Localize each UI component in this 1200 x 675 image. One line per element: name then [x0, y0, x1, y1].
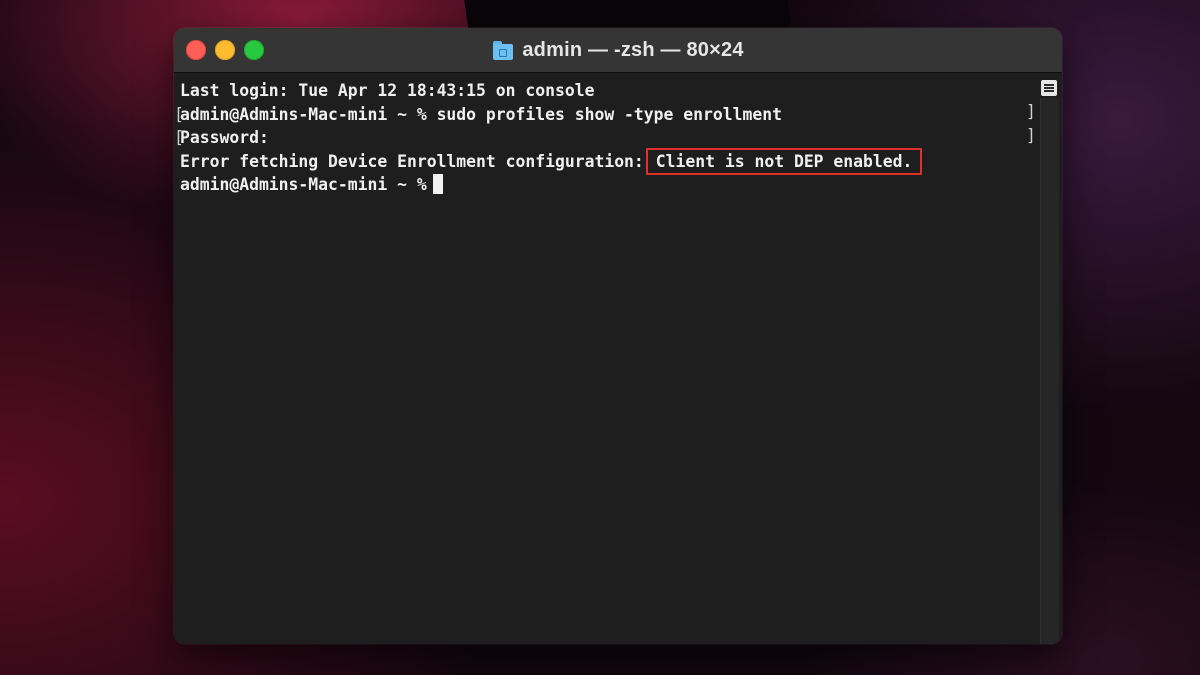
password-prompt: Password: — [180, 128, 269, 147]
text-cursor — [432, 174, 443, 194]
last-login-text: Last login: Tue Apr 12 18:43:15 on conso… — [180, 81, 595, 100]
terminal-line-last-login: Last login: Tue Apr 12 18:43:15 on conso… — [180, 79, 922, 103]
error-text: Error fetching Device Enrollment configu… — [180, 151, 644, 171]
terminal-line-error: Error fetching Device Enrollment configu… — [180, 147, 923, 175]
terminal-window[interactable]: admin — -zsh — 80×24 Last login: Tue Apr… — [174, 28, 1062, 644]
title-bar[interactable]: admin — -zsh — 80×24 — [174, 28, 1062, 73]
scroll-menu-icon[interactable] — [1041, 80, 1057, 96]
folder-icon — [492, 40, 514, 60]
window-title-area: admin — -zsh — 80×24 — [174, 28, 1062, 72]
error-highlight-box: Client is not DEP enabled. — [645, 147, 923, 175]
mark-bracket-left: [ — [174, 104, 184, 124]
terminal-line-password: [Password: — [174, 126, 922, 150]
mark-bracket-left: [ — [174, 128, 184, 147]
terminal-output: Last login: Tue Apr 12 18:43:15 on conso… — [174, 79, 923, 197]
mark-bracket-right: ] — [1026, 126, 1036, 145]
prompt-text: admin@Admins-Mac-mini ~ % — [180, 175, 427, 194]
terminal-content[interactable]: Last login: Tue Apr 12 18:43:15 on conso… — [174, 73, 1062, 644]
terminal-line-prompt[interactable]: admin@Admins-Mac-mini ~ % — [180, 173, 922, 197]
vertical-scrollbar[interactable] — [1040, 98, 1059, 644]
terminal-line-command: [admin@Admins-Mac-mini ~ % sudo profiles… — [174, 103, 922, 127]
mark-bracket-right: ] — [1026, 102, 1036, 121]
window-title: admin — -zsh — 80×24 — [522, 38, 744, 61]
command-text: admin@Admins-Mac-mini ~ % sudo profiles … — [180, 104, 782, 124]
